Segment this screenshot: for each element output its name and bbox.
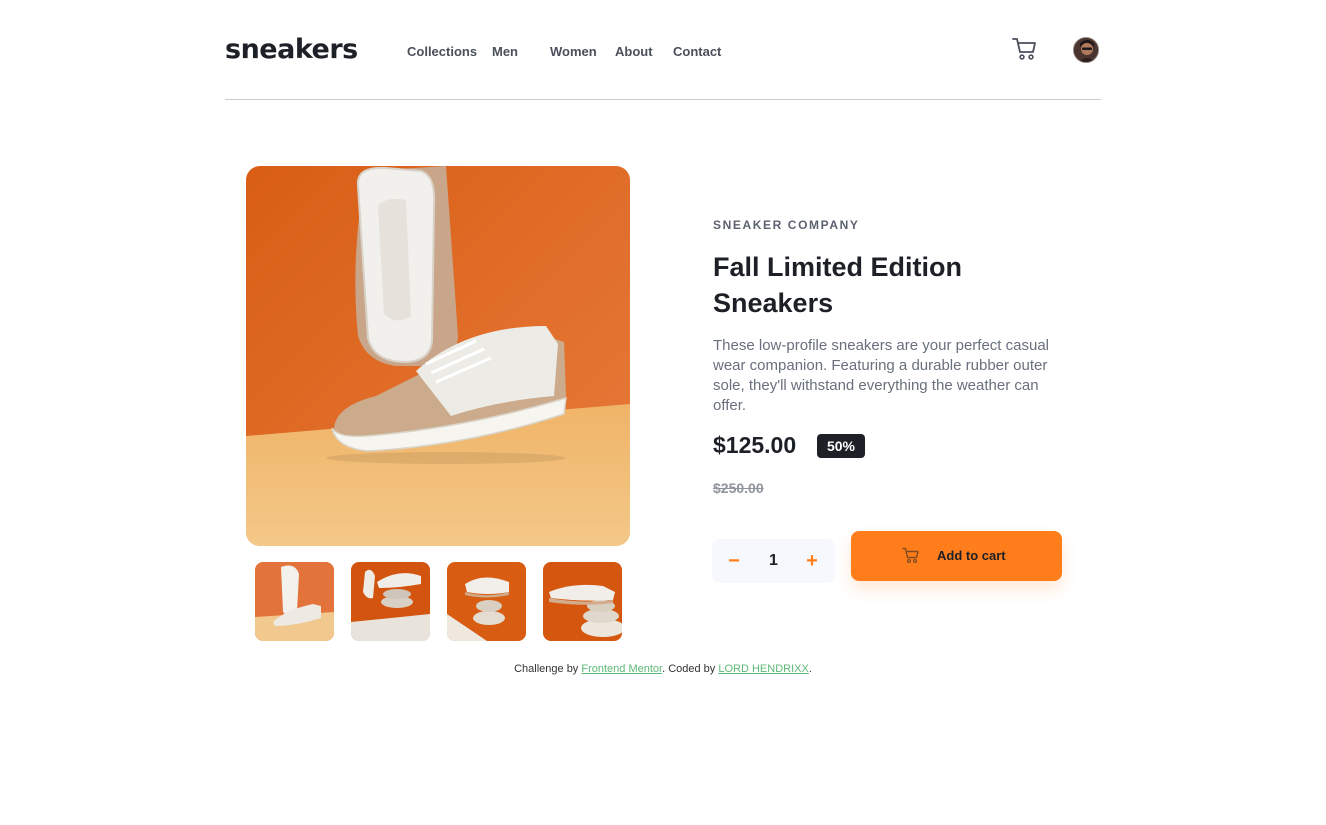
add-to-cart-button[interactable]: Add to cart: [851, 531, 1062, 581]
product-main-image[interactable]: [246, 166, 630, 546]
attribution: Challenge by Frontend Mentor. Coded by L…: [0, 663, 1326, 675]
cart-icon[interactable]: [1012, 37, 1038, 61]
cart-icon: [902, 547, 920, 564]
increase-quantity-button[interactable]: +: [792, 539, 832, 583]
nav-contact[interactable]: Contact: [673, 44, 721, 59]
frontend-mentor-link[interactable]: Frontend Mentor: [581, 663, 662, 675]
author-link[interactable]: LORD HENDRIXX: [718, 663, 808, 675]
quantity-stepper: − 1 +: [712, 539, 835, 583]
decrease-quantity-button[interactable]: −: [714, 539, 754, 583]
site-header: sneakers Collections Men Women About Con…: [225, 30, 1101, 100]
product-title: Fall Limited Edition Sneakers: [713, 252, 962, 318]
thumbnail-1[interactable]: [255, 562, 334, 641]
discount-badge: 50%: [817, 434, 865, 458]
original-price: $250.00: [713, 480, 764, 496]
current-price: $125.00: [713, 432, 797, 458]
quantity-value: 1: [769, 552, 778, 569]
thumbnail-2[interactable]: [351, 562, 430, 641]
avatar[interactable]: [1073, 37, 1099, 63]
nav-about[interactable]: About: [615, 44, 653, 59]
logo[interactable]: sneakers: [225, 34, 358, 65]
company-name: SNEAKER COMPANY: [713, 218, 860, 232]
nav-men[interactable]: Men: [492, 44, 518, 59]
nav-women[interactable]: Women: [550, 44, 597, 59]
attribution-prefix: Challenge by: [514, 663, 582, 675]
attribution-suffix: .: [808, 663, 812, 675]
thumbnail-3[interactable]: [447, 562, 526, 641]
thumbnail-4[interactable]: [543, 562, 622, 641]
attribution-middle: . Coded by: [662, 663, 719, 675]
product-description: These low-profile sneakers are your perf…: [713, 337, 1049, 414]
nav-collections[interactable]: Collections: [407, 44, 477, 59]
add-to-cart-label: Add to cart: [937, 548, 1006, 563]
